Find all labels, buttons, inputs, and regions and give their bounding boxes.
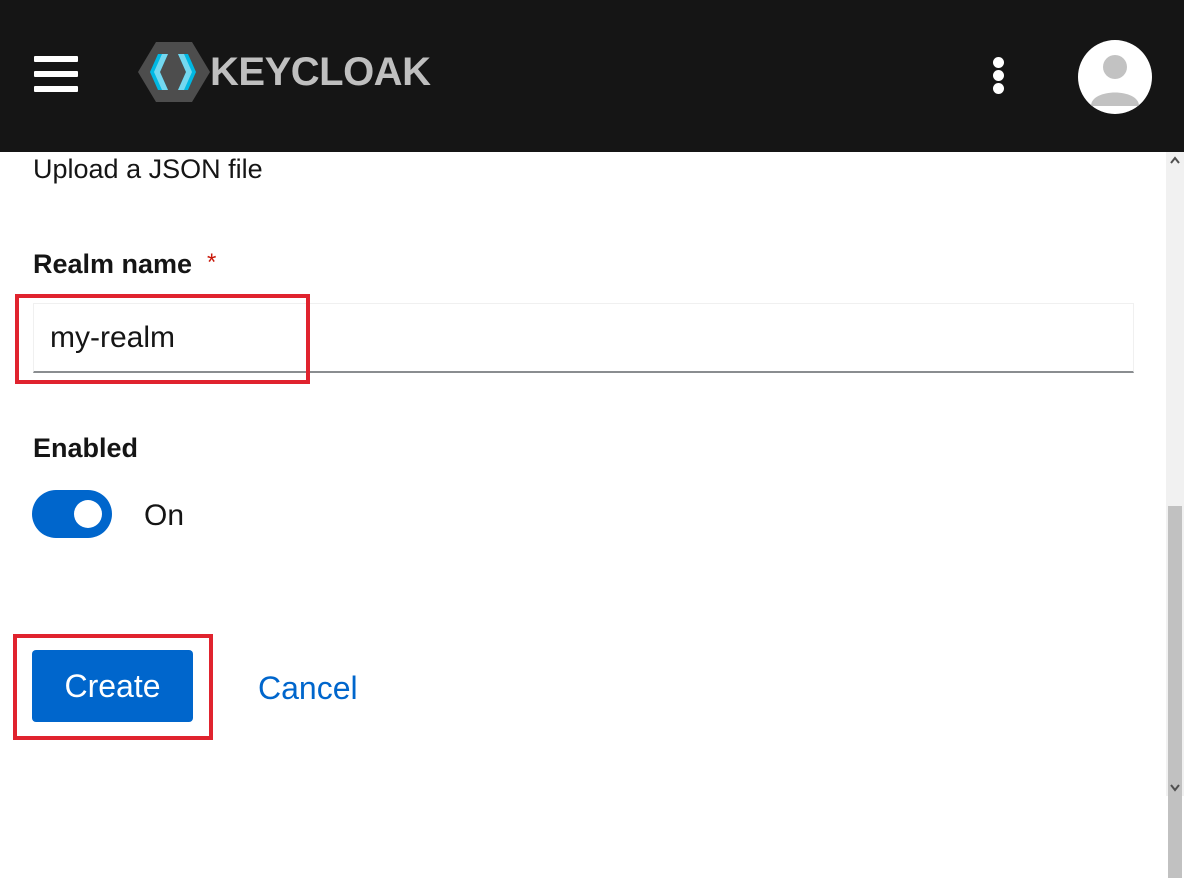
masthead: KEYCLOAK [0, 0, 1184, 152]
vertical-scrollbar[interactable] [1166, 152, 1184, 878]
keycloak-logo[interactable]: KEYCLOAK [136, 40, 456, 104]
scrollbar-thumb[interactable] [1168, 506, 1182, 878]
enabled-label: Enabled [33, 433, 139, 463]
cancel-link[interactable]: Cancel [258, 670, 358, 707]
realm-name-label: Realm name [33, 249, 193, 279]
enabled-toggle[interactable] [32, 490, 112, 538]
brand-name: KEYCLOAK [210, 50, 431, 94]
scroll-down-arrow-icon[interactable] [1166, 779, 1184, 796]
hamburger-menu-icon[interactable] [34, 56, 78, 92]
user-avatar-icon[interactable] [1078, 40, 1152, 114]
upload-json-text: Upload a JSON file [33, 154, 263, 184]
keycloak-logo-icon [138, 42, 210, 102]
toggle-knob [74, 500, 102, 528]
scroll-up-arrow-icon[interactable] [1166, 152, 1184, 169]
enabled-state-text: On [144, 499, 185, 532]
realm-name-input[interactable] [33, 303, 1134, 373]
kebab-menu-icon[interactable] [988, 56, 1010, 96]
create-button[interactable]: Create [32, 650, 193, 722]
required-marker: * [207, 249, 217, 276]
